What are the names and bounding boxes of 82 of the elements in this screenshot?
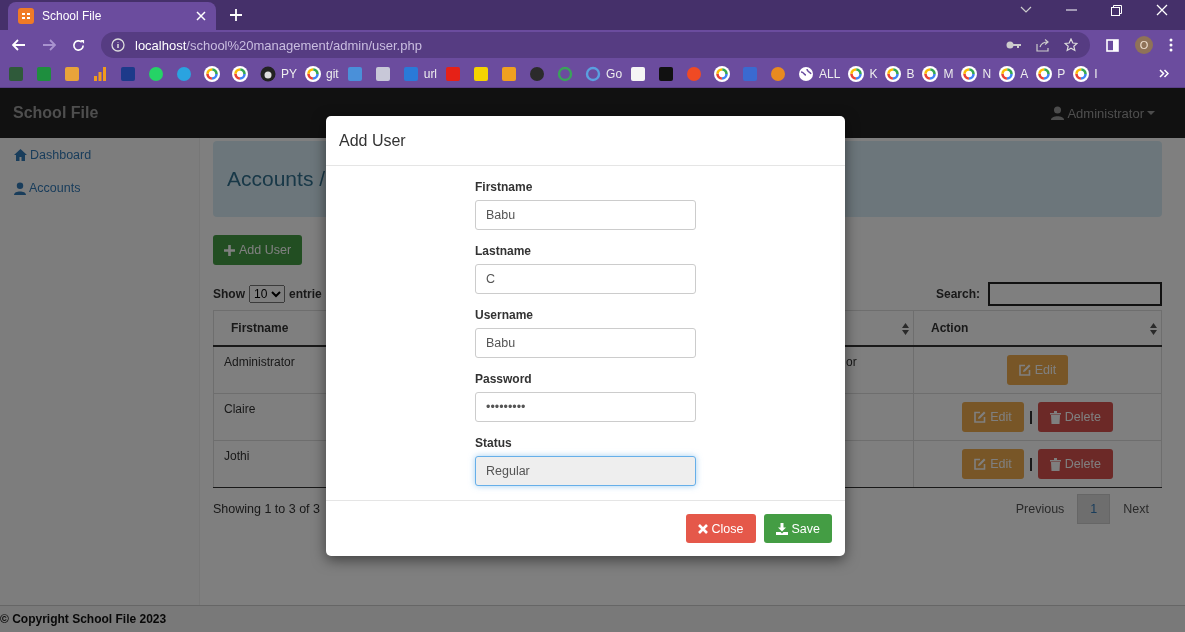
globe-icon <box>798 65 815 82</box>
download-icon <box>775 522 788 535</box>
x-icon <box>697 523 708 534</box>
share-icon[interactable] <box>1036 38 1050 52</box>
address-bar[interactable]: localhost/school%20management/admin/user.php <box>101 32 1090 58</box>
bookmark-link[interactable]: I <box>1073 65 1098 82</box>
g-logo-icon <box>232 65 248 82</box>
menu-icon[interactable] <box>1169 38 1173 52</box>
column-header[interactable]: Action <box>913 310 1162 346</box>
sort-icon[interactable] <box>1150 322 1157 336</box>
restore-icon[interactable] <box>1111 4 1122 16</box>
search-field[interactable] <box>988 282 1162 306</box>
double-chevron-icon[interactable] <box>1159 69 1169 78</box>
search-label: Search: <box>935 287 980 301</box>
info-icon[interactable] <box>111 38 125 52</box>
pencil-square-icon <box>974 411 987 423</box>
browser-tab[interactable]: School File <box>8 2 216 30</box>
input-field[interactable]: C <box>475 264 696 294</box>
input-field[interactable]: ••••••••• <box>475 392 696 422</box>
plus-icon <box>224 244 235 256</box>
g-logo-icon <box>204 65 220 82</box>
pencil-square-icon <box>974 458 987 470</box>
app-logo-icon <box>18 8 34 24</box>
input-field[interactable]: Regular <box>475 456 696 486</box>
bookmark-link[interactable]: B <box>885 65 915 82</box>
bookmark-link[interactable]: M <box>922 65 954 82</box>
bookmark-link[interactable]: K <box>848 65 878 82</box>
copyright-text: © Copyright School File 2023 <box>0 612 167 626</box>
g-logo-icon <box>1073 65 1090 82</box>
forward-arrow-icon[interactable] <box>42 39 56 51</box>
g-logo-icon <box>305 65 321 82</box>
field-label: Password <box>475 372 533 386</box>
bookmark-link[interactable]: git <box>305 65 339 82</box>
table-cell: or <box>846 355 857 369</box>
bookmark-link[interactable]: ALL <box>798 65 841 82</box>
g-logo-icon <box>885 65 902 82</box>
table-info: Showing 1 to 3 of 3 <box>213 502 321 516</box>
g-logo-icon <box>999 65 1016 82</box>
profile-avatar[interactable]: O <box>1135 36 1153 54</box>
url-text: localhost/school%20management/admin/user.php <box>135 37 422 53</box>
close-icon[interactable] <box>196 11 206 21</box>
input-field[interactable]: Babu <box>475 328 696 358</box>
field-label: Status <box>475 436 513 450</box>
user-icon <box>1051 106 1065 120</box>
star-icon[interactable] <box>1064 38 1078 52</box>
entries-label: entrie <box>289 287 322 301</box>
bookmark-link[interactable]: Go <box>585 65 623 82</box>
sort-icon[interactable] <box>902 322 909 336</box>
bookmark-link[interactable]: PY <box>260 65 297 82</box>
field-label: Firstname <box>475 180 534 194</box>
bookmark-link[interactable]: url <box>402 65 438 82</box>
bookmark-link[interactable]: N <box>961 65 992 82</box>
g-logo-icon <box>961 65 978 82</box>
trash-icon <box>1049 457 1061 471</box>
g-logo-icon <box>848 65 865 82</box>
save-button[interactable]: Save <box>763 514 832 543</box>
home-icon <box>14 149 27 161</box>
chevron-down-icon[interactable] <box>1020 6 1032 14</box>
close-button[interactable]: Close <box>685 514 756 543</box>
trash-icon <box>1049 410 1061 424</box>
caret-icon <box>1147 111 1155 115</box>
g-logo-icon <box>922 65 939 82</box>
g-logo-icon <box>714 65 731 82</box>
input-field[interactable]: Babu <box>475 200 696 230</box>
field-label: Lastname <box>475 244 533 258</box>
bookmark-link[interactable]: A <box>999 65 1029 82</box>
pencil-square-icon <box>1018 364 1031 376</box>
user-icon <box>14 181 26 195</box>
side-panel-icon[interactable] <box>1106 38 1119 52</box>
show-label: Show <box>213 287 245 301</box>
entries-select[interactable]: 10 <box>249 285 285 303</box>
page-heading: Accounts / <box>227 167 326 191</box>
plus-icon[interactable] <box>230 9 242 21</box>
back-arrow-icon[interactable] <box>12 39 26 51</box>
key-icon[interactable] <box>1006 40 1022 50</box>
close-icon[interactable] <box>1156 4 1168 16</box>
g-logo-icon <box>1036 65 1053 82</box>
field-label: Username <box>475 308 535 322</box>
modal-title: Add User <box>339 131 406 150</box>
bookmark-link[interactable]: P <box>1036 65 1066 82</box>
reload-icon[interactable] <box>72 38 85 52</box>
tab-title: School File <box>42 9 103 23</box>
